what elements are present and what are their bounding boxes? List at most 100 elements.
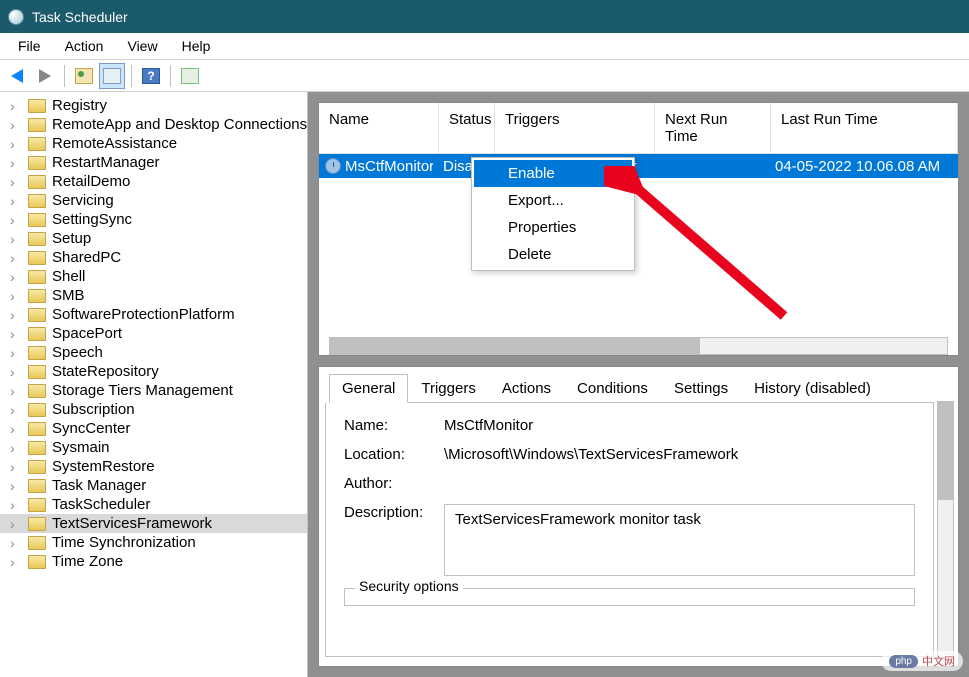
sidebar-item-storage-tiers-management[interactable]: Storage Tiers Management — [0, 381, 307, 400]
sidebar-item-label: SMB — [52, 287, 85, 304]
arrow-left-icon — [11, 69, 23, 83]
tab-settings[interactable]: Settings — [661, 374, 741, 403]
sidebar-item-time-zone[interactable]: Time Zone — [0, 552, 307, 571]
vertical-scrollbar[interactable] — [937, 401, 954, 660]
folder-icon — [28, 194, 46, 208]
sidebar-item-systemrestore[interactable]: SystemRestore — [0, 457, 307, 476]
sidebar-item-label: TextServicesFramework — [52, 515, 212, 532]
sidebar-item-label: Time Zone — [52, 553, 123, 570]
toolbar-separator — [131, 65, 132, 87]
tab-general[interactable]: General — [329, 374, 408, 403]
ctx-export[interactable]: Export... — [474, 187, 632, 214]
horizontal-scrollbar[interactable] — [329, 337, 948, 355]
sidebar-item-spaceport[interactable]: SpacePort — [0, 324, 307, 343]
security-options-box: Security options — [344, 588, 915, 606]
ctx-delete[interactable]: Delete — [474, 241, 632, 268]
titlebar: Task Scheduler — [0, 0, 969, 33]
sidebar-item-label: SystemRestore — [52, 458, 155, 475]
location-label: Location: — [344, 446, 444, 463]
folder-icon — [28, 403, 46, 417]
sidebar-item-softwareprotectionplatform[interactable]: SoftwareProtectionPlatform — [0, 305, 307, 324]
sidebar-item-servicing[interactable]: Servicing — [0, 191, 307, 210]
back-button[interactable] — [4, 63, 30, 89]
list-header: Name Status Triggers Next Run Time Last … — [319, 103, 958, 154]
folder-icon — [28, 232, 46, 246]
menu-view[interactable]: View — [115, 34, 169, 58]
sidebar-item-synccenter[interactable]: SyncCenter — [0, 419, 307, 438]
sidebar-item-label: SharedPC — [52, 249, 121, 266]
menu-action[interactable]: Action — [53, 34, 116, 58]
folder-up-icon — [75, 68, 93, 84]
tab-actions[interactable]: Actions — [489, 374, 564, 403]
sidebar-item-staterepository[interactable]: StateRepository — [0, 362, 307, 381]
tree-pane[interactable]: RegistryRemoteApp and Desktop Connection… — [0, 92, 308, 677]
col-header-last[interactable]: Last Run Time — [771, 103, 958, 153]
sidebar-item-taskscheduler[interactable]: TaskScheduler — [0, 495, 307, 514]
sidebar-item-restartmanager[interactable]: RestartManager — [0, 153, 307, 172]
folder-button[interactable] — [71, 63, 97, 89]
sidebar-item-time-synchronization[interactable]: Time Synchronization — [0, 533, 307, 552]
sidebar-item-speech[interactable]: Speech — [0, 343, 307, 362]
tab-body: Name:MsCtfMonitor Location:\Microsoft\Wi… — [325, 403, 934, 657]
forward-button[interactable] — [32, 63, 58, 89]
folder-icon — [28, 327, 46, 341]
right-pane: Name Status Triggers Next Run Time Last … — [308, 92, 969, 677]
scrollbar-thumb[interactable] — [330, 338, 700, 354]
name-label: Name: — [344, 417, 444, 434]
properties-button[interactable] — [99, 63, 125, 89]
folder-icon — [28, 137, 46, 151]
sidebar-item-textservicesframework[interactable]: TextServicesFramework — [0, 514, 307, 533]
sidebar-item-smb[interactable]: SMB — [0, 286, 307, 305]
tabs: General Triggers Actions Conditions Sett… — [329, 373, 934, 403]
toolbar-separator — [64, 65, 65, 87]
folder-icon — [28, 517, 46, 531]
sidebar-item-setup[interactable]: Setup — [0, 229, 307, 248]
sidebar-item-task-manager[interactable]: Task Manager — [0, 476, 307, 495]
name-value: MsCtfMonitor — [444, 417, 915, 434]
sidebar-item-remoteassistance[interactable]: RemoteAssistance — [0, 134, 307, 153]
sidebar-item-label: Storage Tiers Management — [52, 382, 233, 399]
sidebar-item-label: RestartManager — [52, 154, 160, 171]
scrollbar-thumb[interactable] — [938, 402, 953, 500]
clock-icon — [325, 158, 341, 174]
col-header-status[interactable]: Status — [439, 103, 495, 153]
folder-icon — [28, 346, 46, 360]
task-last-run: 04-05-2022 10.06.08 AM — [765, 156, 958, 177]
security-options-label: Security options — [355, 578, 463, 594]
tab-conditions[interactable]: Conditions — [564, 374, 661, 403]
tab-triggers[interactable]: Triggers — [408, 374, 488, 403]
help-button[interactable]: ? — [138, 63, 164, 89]
task-next-run — [649, 164, 765, 168]
col-header-name[interactable]: Name — [319, 103, 439, 153]
sidebar-item-subscription[interactable]: Subscription — [0, 400, 307, 419]
menubar: File Action View Help — [0, 33, 969, 60]
sidebar-item-label: RemoteAssistance — [52, 135, 177, 152]
sidebar-item-sysmain[interactable]: Sysmain — [0, 438, 307, 457]
table-row[interactable]: MsCtfMonitor Disa At log on of any user … — [319, 154, 958, 178]
folder-icon — [28, 441, 46, 455]
run-button[interactable] — [177, 63, 203, 89]
sidebar-item-retaildemo[interactable]: RetailDemo — [0, 172, 307, 191]
tab-history[interactable]: History (disabled) — [741, 374, 884, 403]
sidebar-item-registry[interactable]: Registry — [0, 96, 307, 115]
sidebar-item-settingsync[interactable]: SettingSync — [0, 210, 307, 229]
menu-help[interactable]: Help — [170, 34, 223, 58]
folder-icon — [28, 365, 46, 379]
window-title: Task Scheduler — [32, 9, 128, 25]
folder-icon — [28, 156, 46, 170]
watermark-php: php — [889, 655, 918, 668]
col-header-next[interactable]: Next Run Time — [655, 103, 771, 153]
description-label: Description: — [344, 504, 444, 576]
menu-file[interactable]: File — [6, 34, 53, 58]
col-header-triggers[interactable]: Triggers — [495, 103, 655, 153]
task-name: MsCtfMonitor — [345, 158, 433, 175]
sidebar-item-sharedpc[interactable]: SharedPC — [0, 248, 307, 267]
ctx-properties[interactable]: Properties — [474, 214, 632, 241]
sidebar-item-shell[interactable]: Shell — [0, 267, 307, 286]
folder-icon — [28, 308, 46, 322]
sidebar-item-remoteapp-and-desktop-connections[interactable]: RemoteApp and Desktop Connections — [0, 115, 307, 134]
ctx-enable[interactable]: Enable — [474, 160, 632, 187]
folder-icon — [28, 536, 46, 550]
folder-icon — [28, 270, 46, 284]
folder-icon — [28, 118, 46, 132]
